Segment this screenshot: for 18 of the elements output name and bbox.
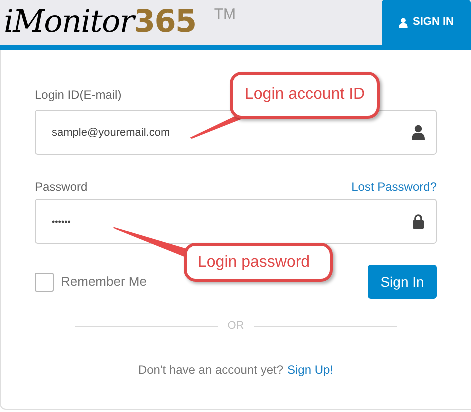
divider-label: OR [228,319,244,334]
user-icon [399,18,408,28]
lost-password-link[interactable]: Lost Password? [352,178,437,196]
logo: iMonitor365 [4,3,196,42]
field-label: Login ID(E-mail) [35,87,122,104]
user-icon [412,125,425,140]
signup-prompt: Don't have an account yet? [138,362,284,378]
callout-bubble: Login password [184,243,333,282]
lock-icon [413,214,424,229]
trademark: TM [214,5,236,25]
sign-up-link[interactable]: Sign Up! [288,360,334,378]
checkbox[interactable] [35,272,54,292]
sign-in-tab[interactable]: SIGN IN [382,0,471,45]
field-label: Password [35,179,88,196]
callout-bubble: Login account ID [230,72,380,119]
sign-in-button[interactable]: Sign In [368,265,437,299]
email-field[interactable]: sample@youremail.com [35,110,437,155]
checkbox-label: Remember Me [61,273,147,292]
